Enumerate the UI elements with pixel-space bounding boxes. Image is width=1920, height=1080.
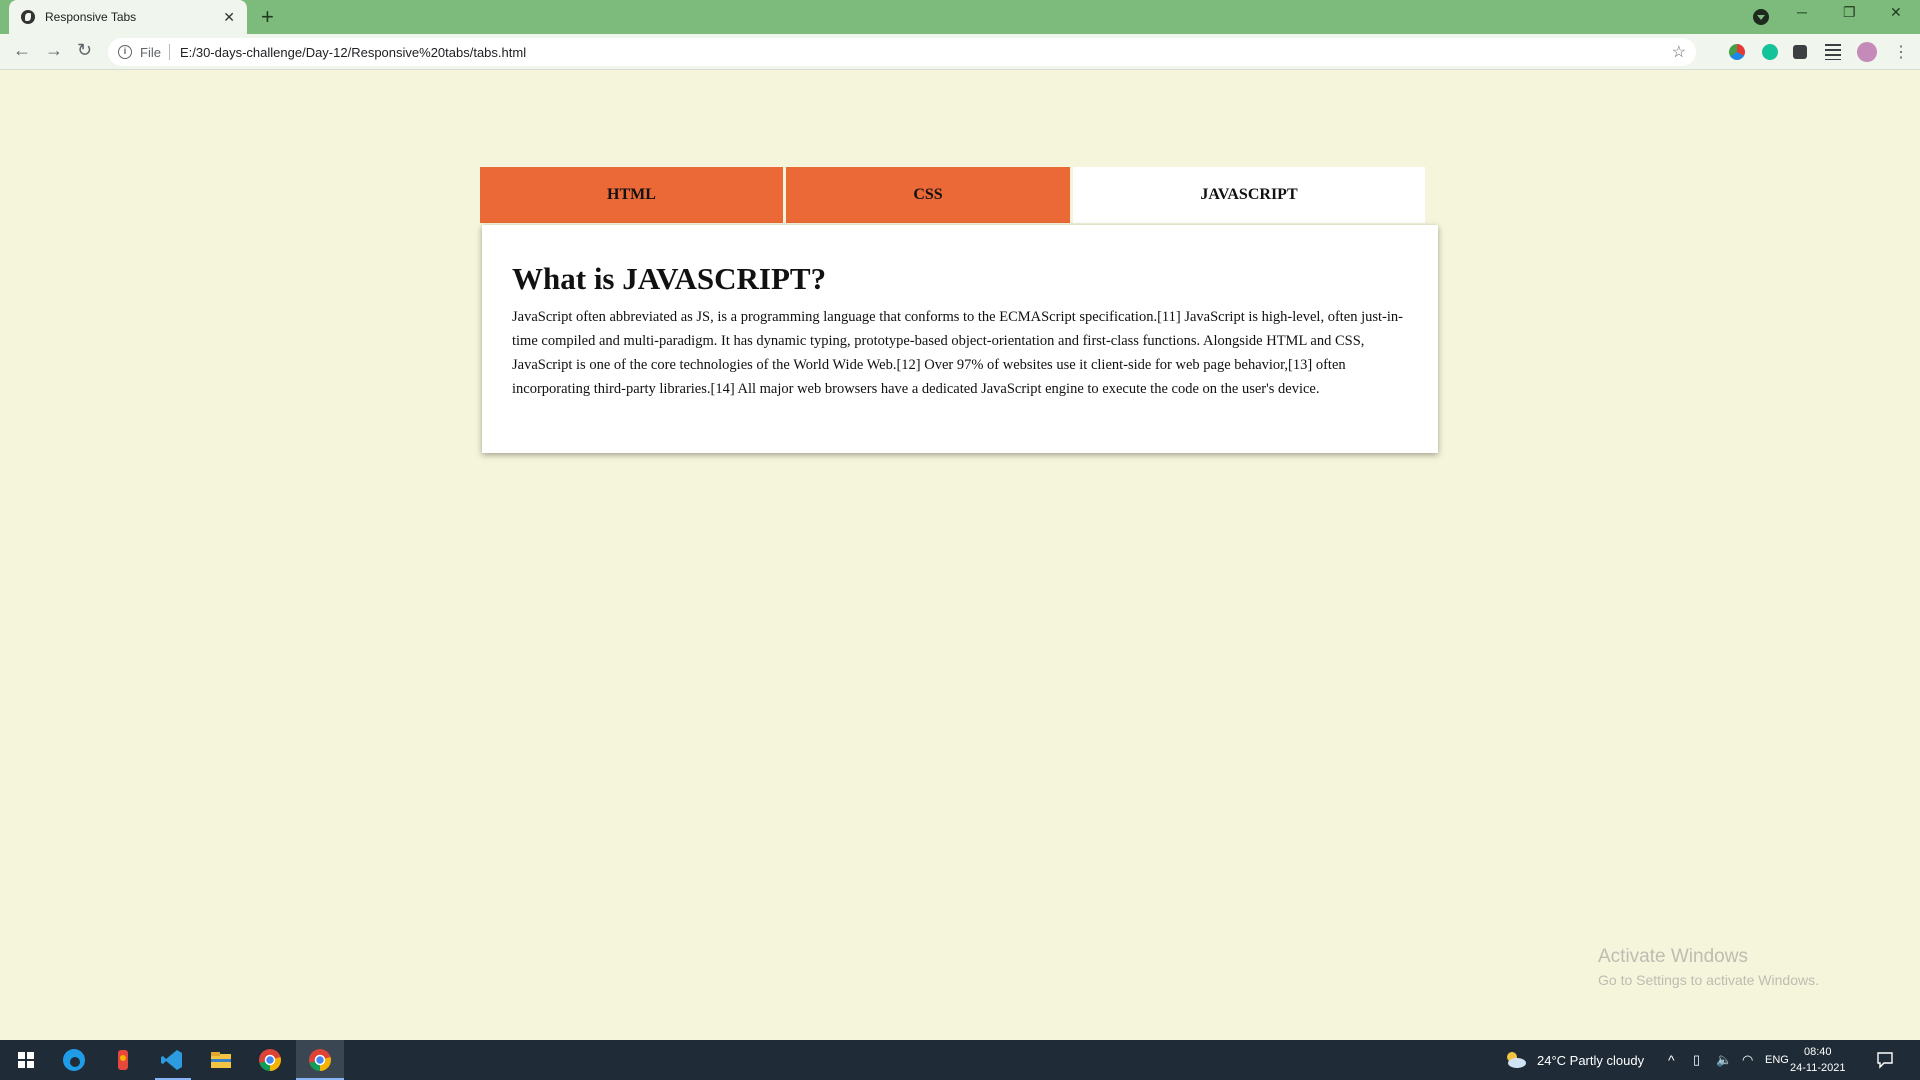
grammarly-icon[interactable] bbox=[1762, 44, 1778, 60]
clock-time: 08:40 bbox=[1803, 1046, 1832, 1058]
reading-list-icon[interactable] bbox=[1825, 44, 1841, 60]
taskbar-clock[interactable]: 08:40 24-11-2021 bbox=[1790, 1044, 1845, 1076]
address-bar[interactable]: i File E:/30-days-challenge/Day-12/Respo… bbox=[108, 38, 1696, 66]
reload-button[interactable]: ↻ bbox=[77, 40, 92, 61]
url-text[interactable]: E:/30-days-challenge/Day-12/Responsive%2… bbox=[180, 45, 526, 60]
tab-content-panel: What is JAVASCRIPT? JavaScript often abb… bbox=[482, 225, 1438, 453]
close-tab-icon[interactable]: ✕ bbox=[223, 9, 235, 26]
color-extension-icon[interactable] bbox=[1729, 44, 1745, 60]
battery-icon[interactable]: ▯ bbox=[1693, 1040, 1700, 1080]
profile-avatar[interactable] bbox=[1857, 42, 1877, 62]
show-hidden-icons-chevron-icon[interactable]: ^ bbox=[1668, 1040, 1675, 1080]
windows-taskbar: 24°C Partly cloudy ^ ▯ 🔈 ◠ ENG 08:40 24-… bbox=[0, 1040, 1920, 1080]
tab-html[interactable]: HTML bbox=[480, 167, 783, 223]
puzzle-extensions-icon[interactable] bbox=[1793, 45, 1807, 59]
windows-start-icon[interactable] bbox=[12, 1046, 40, 1074]
language-indicator[interactable]: ENG bbox=[1765, 1040, 1789, 1080]
chrome-icon[interactable] bbox=[256, 1046, 284, 1074]
browser-tab-title: Responsive Tabs bbox=[45, 10, 137, 24]
edge-icon[interactable] bbox=[60, 1046, 88, 1074]
weather-cloud-icon[interactable] bbox=[1503, 1049, 1527, 1071]
browser-menu-icon[interactable]: ⋮ bbox=[1893, 42, 1909, 62]
activate-windows-watermark: Activate Windows Go to Settings to activ… bbox=[1598, 946, 1819, 988]
wifi-icon[interactable]: ◠ bbox=[1742, 1040, 1753, 1080]
watermark-title: Activate Windows bbox=[1598, 946, 1748, 967]
notification-center-icon[interactable] bbox=[1876, 1051, 1894, 1069]
watermark-subtitle: Go to Settings to activate Windows. bbox=[1598, 972, 1819, 988]
forward-button[interactable]: → bbox=[45, 40, 63, 61]
file-explorer-icon[interactable] bbox=[207, 1046, 235, 1074]
tab-javascript[interactable]: JAVASCRIPT bbox=[1073, 167, 1425, 223]
browser-tab[interactable]: Responsive Tabs ✕ bbox=[9, 0, 247, 34]
url-scheme-label: File bbox=[140, 44, 161, 60]
bookmark-star-icon[interactable]: ☆ bbox=[1672, 42, 1686, 62]
panel-body-text: JavaScript often abbreviated as JS, is a… bbox=[512, 309, 1403, 397]
info-icon[interactable]: i bbox=[118, 45, 132, 59]
close-window-button[interactable]: ✕ bbox=[1890, 4, 1902, 21]
browser-toolbar: ← → ↻ i File E:/30-days-challenge/Day-12… bbox=[0, 34, 1920, 70]
tab-search-icon[interactable] bbox=[1753, 9, 1769, 25]
url-separator bbox=[168, 44, 170, 60]
browser-tab-strip: Responsive Tabs ✕ + ─ ❐ ✕ bbox=[0, 0, 1920, 34]
chrome-active-icon bbox=[309, 1049, 331, 1071]
clock-date: 24-11-2021 bbox=[1790, 1062, 1846, 1074]
panel-heading: What is JAVASCRIPT? bbox=[512, 261, 827, 296]
vscode-icon[interactable] bbox=[158, 1046, 186, 1074]
restore-button[interactable]: ❐ bbox=[1843, 4, 1856, 21]
volume-icon[interactable]: 🔈 bbox=[1716, 1040, 1732, 1080]
globe-favicon-icon bbox=[21, 10, 35, 24]
new-tab-button[interactable]: + bbox=[261, 4, 274, 30]
chrome-active-tile[interactable] bbox=[296, 1040, 344, 1080]
weather-text[interactable]: 24°C Partly cloudy bbox=[1537, 1040, 1644, 1080]
minimize-button[interactable]: ─ bbox=[1797, 4, 1807, 20]
sketch-app-icon[interactable] bbox=[110, 1046, 138, 1074]
back-button[interactable]: ← bbox=[13, 40, 31, 61]
tab-css[interactable]: CSS bbox=[786, 167, 1070, 223]
